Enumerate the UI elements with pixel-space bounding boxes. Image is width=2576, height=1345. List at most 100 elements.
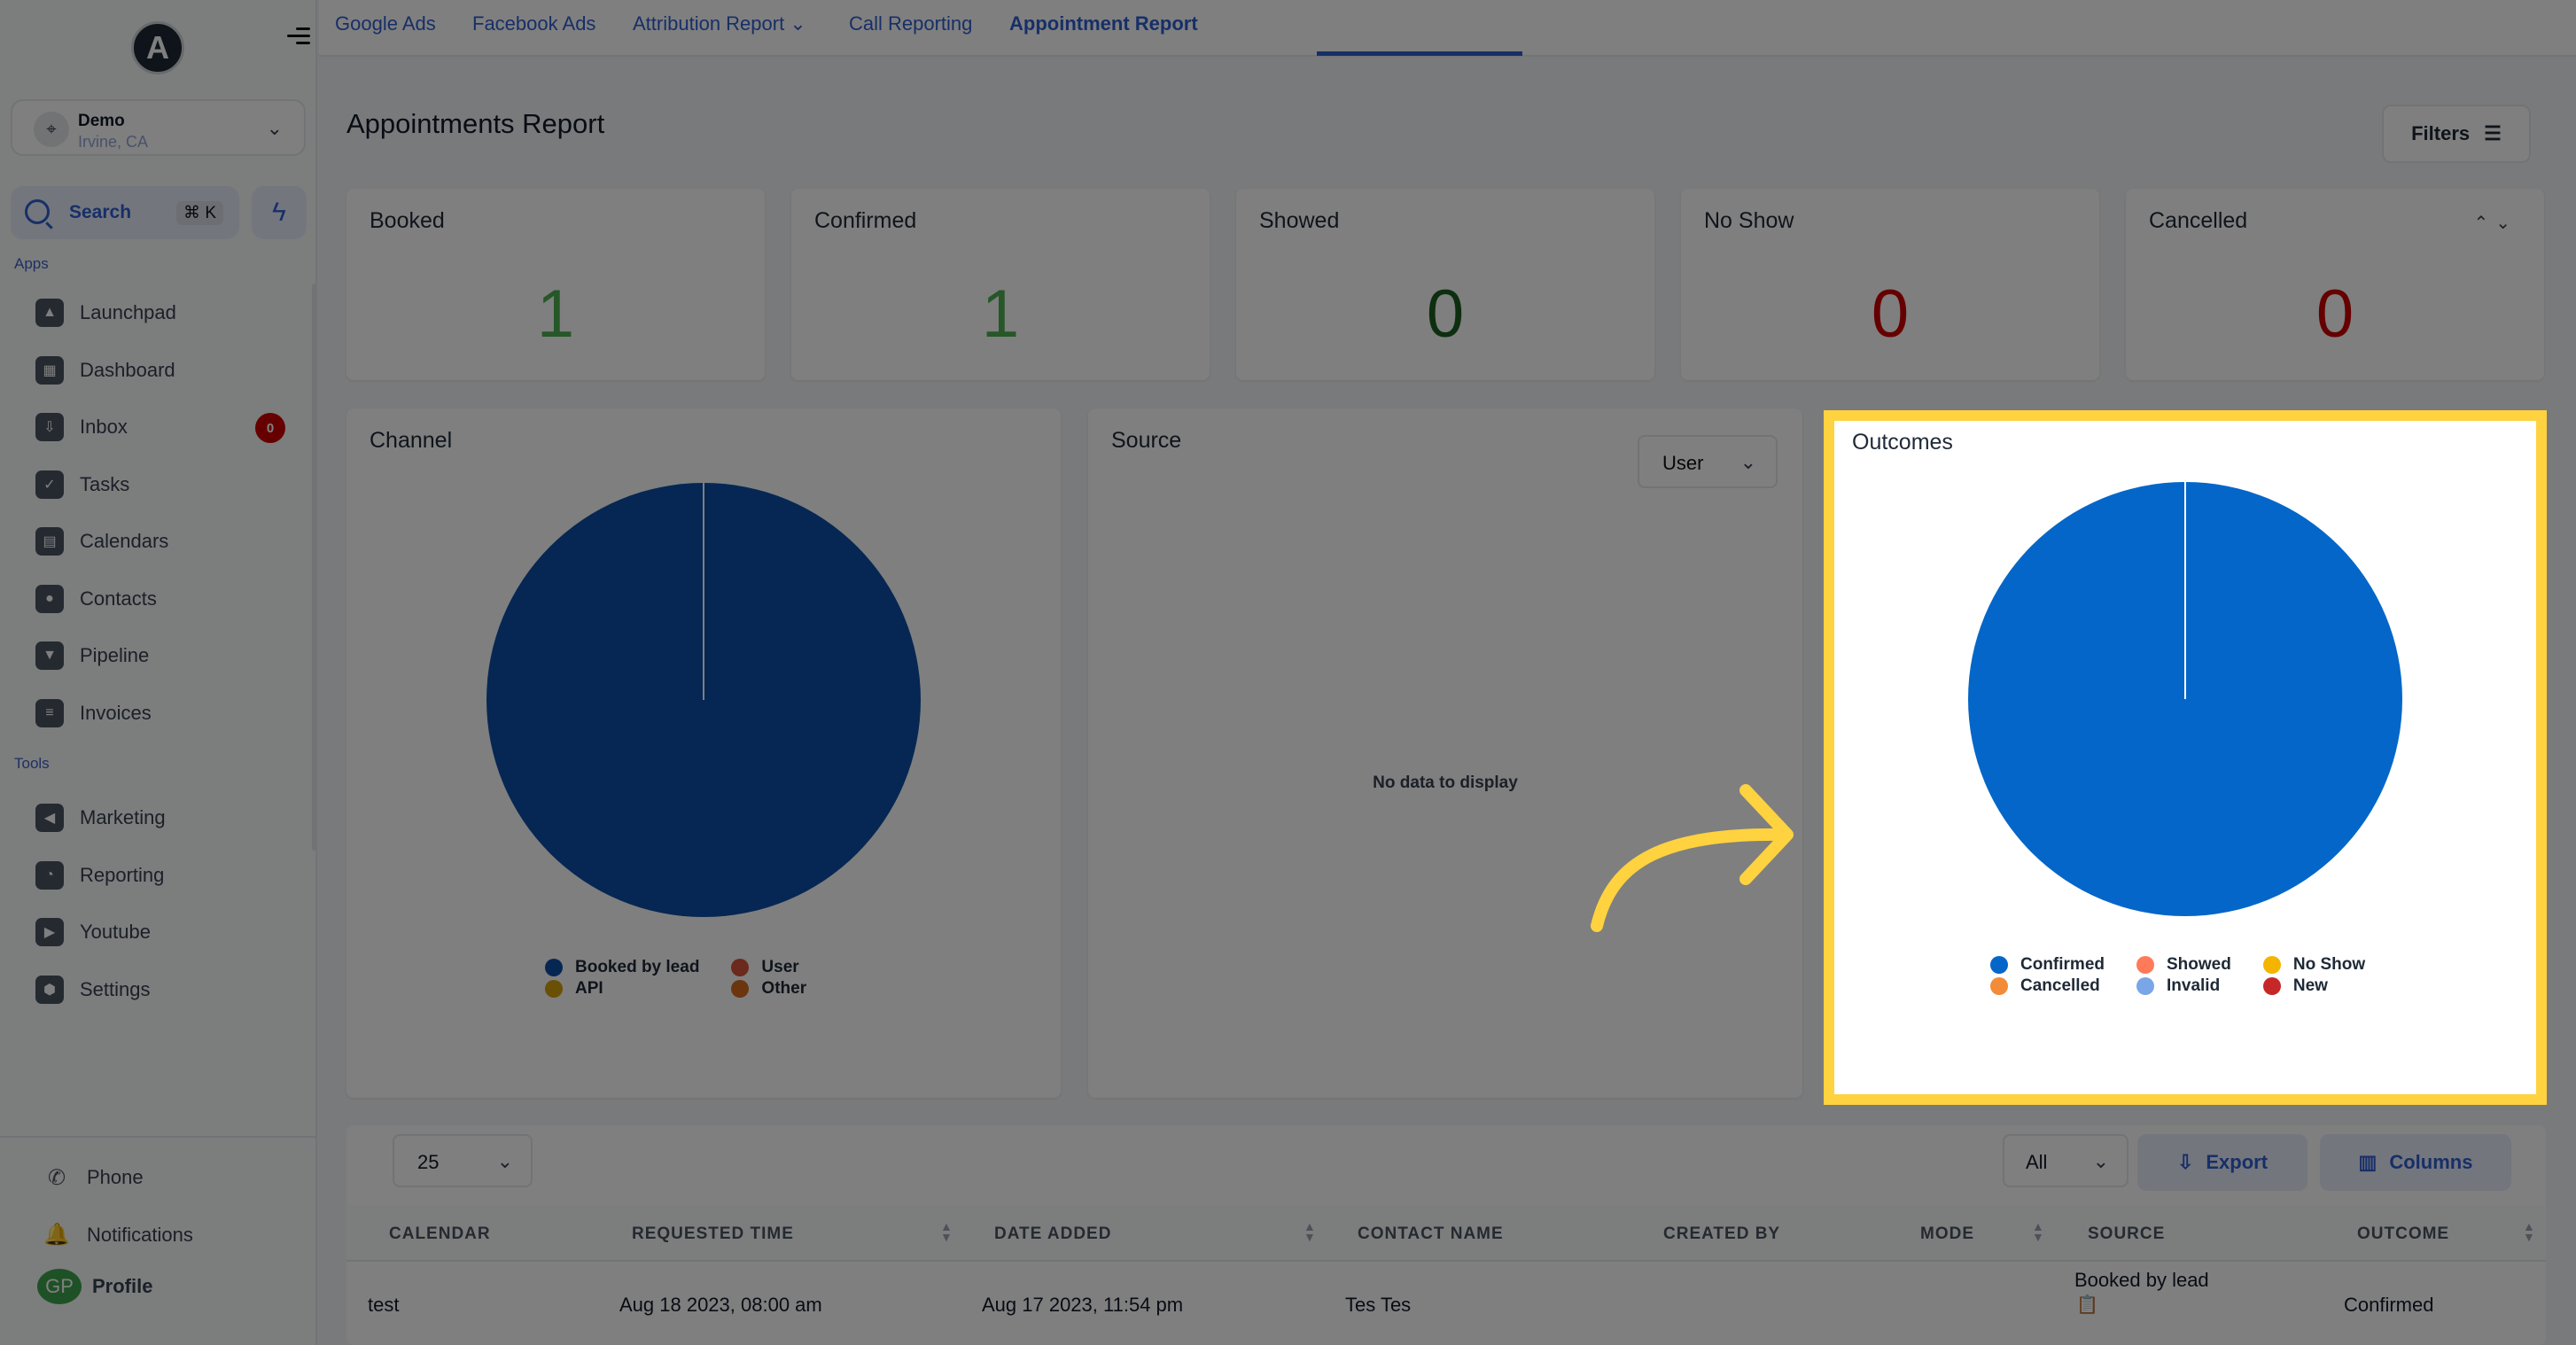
stat-label: Cancelled	[2149, 208, 2248, 233]
sidebar-item-phone[interactable]: ✆ Phone	[43, 1156, 300, 1199]
legend-item[interactable]: API	[545, 979, 699, 999]
tab-appointment-report[interactable]: Appointment Report	[1009, 12, 1198, 35]
sidebar-item-label: Pipeline	[80, 644, 150, 666]
scroll-stats-arrows-icon[interactable]: ⌃⌄	[2473, 212, 2518, 234]
sidebar-item-reporting[interactable]: ◔ Reporting	[35, 854, 292, 897]
page-size-select[interactable]: 25 ⌄	[393, 1134, 533, 1187]
cell-contact-name[interactable]: Tes Tes	[1345, 1294, 1411, 1317]
legend-label: Other	[761, 979, 807, 998]
legend-color-swatch	[545, 980, 563, 998]
cloud-download-icon: ⇩	[2176, 1151, 2194, 1173]
column-header-outcome[interactable]: OUTCOME	[2357, 1224, 2449, 1244]
sidebar-item-label: Launchpad	[80, 301, 176, 323]
filters-button[interactable]: Filters ☰	[2382, 105, 2531, 163]
active-tab-indicator	[1317, 51, 1522, 56]
sort-icon[interactable]: ▲ ▼	[2032, 1220, 2044, 1243]
page-title: Appointments Report	[346, 108, 605, 139]
status-filter-select[interactable]: All ⌄	[2003, 1134, 2129, 1187]
chevron-down-icon: ⌄	[2092, 1150, 2109, 1172]
sort-icon[interactable]: ▲ ▼	[940, 1220, 953, 1243]
column-header-calendar[interactable]: CALENDAR	[389, 1224, 491, 1244]
sidebar-item-contacts[interactable]: ● Contacts	[35, 578, 292, 620]
sidebar-item-notifications[interactable]: 🔔 Notifications	[43, 1214, 300, 1256]
search-button[interactable]: Search ⌘ K	[11, 186, 239, 239]
column-header-requested-time[interactable]: REQUESTED TIME	[632, 1224, 794, 1244]
sort-icon[interactable]: ▲ ▼	[2523, 1220, 2535, 1243]
sidebar-item-dashboard[interactable]: ▦ Dashboard	[35, 349, 292, 392]
chart-title: Source	[1111, 428, 1182, 453]
stat-label: Confirmed	[814, 208, 917, 233]
pipeline-icon: ▼	[35, 641, 64, 670]
legend-label: API	[575, 979, 603, 998]
cell-requested-time: Aug 18 2023, 08:00 am	[619, 1294, 822, 1316]
export-label: Export	[2206, 1151, 2269, 1173]
tab-facebook-ads[interactable]: Facebook Ads	[472, 12, 595, 35]
sidebar-item-label: Marketing	[80, 806, 166, 828]
source-type-select[interactable]: User ⌄	[1638, 435, 1778, 488]
sidebar-item-profile[interactable]: GP Profile	[37, 1265, 294, 1308]
clipboard-icon[interactable]: 📋	[2076, 1294, 2098, 1316]
app-logo[interactable]: A	[131, 21, 184, 74]
sidebar-item-marketing[interactable]: ◀ Marketing	[35, 797, 292, 839]
channel-legend: Booked by lead User API Other	[545, 958, 806, 999]
youtube-icon: ▶	[35, 918, 64, 946]
sidebar-item-tasks[interactable]: ✓ Tasks	[35, 463, 292, 506]
phone-icon: ✆	[47, 1165, 66, 1190]
sidebar-item-settings[interactable]: ⬢ Settings	[35, 968, 292, 1011]
chevron-down-icon: ⌄	[496, 1150, 513, 1172]
column-header-contact-name[interactable]: CONTACT NAME	[1358, 1224, 1504, 1244]
sidebar-item-invoices[interactable]: ≡ Invoices	[35, 692, 292, 735]
column-header-created-by[interactable]: CREATED BY	[1663, 1224, 1780, 1244]
legend-item[interactable]: Booked by lead	[545, 958, 699, 977]
stat-value: 1	[981, 276, 1020, 352]
bell-icon: 🔔	[43, 1223, 70, 1247]
cell-outcome: Confirmed	[2344, 1294, 2434, 1316]
contacts-icon: ●	[35, 584, 64, 613]
legend-item[interactable]: Other	[731, 979, 806, 999]
column-header-date-added[interactable]: DATE ADDED	[994, 1224, 1111, 1244]
legend-item[interactable]: User	[731, 958, 806, 977]
tab-google-ads[interactable]: Google Ads	[335, 12, 436, 35]
column-header-source[interactable]: SOURCE	[2088, 1224, 2165, 1244]
sidebar-item-label: Settings	[80, 977, 151, 1000]
stat-card-showed: Showed 0	[1236, 189, 1654, 380]
sidebar-item-label: Profile	[92, 1275, 153, 1297]
top-navigation: Google Ads Facebook Ads Attribution Repo…	[319, 0, 2576, 57]
sidebar-scrollbar[interactable]	[312, 284, 316, 851]
column-header-mode[interactable]: MODE	[1920, 1224, 1974, 1244]
sidebar-item-youtube[interactable]: ▶ Youtube	[35, 911, 292, 953]
columns-button[interactable]: ▥ Columns	[2320, 1134, 2511, 1191]
stat-label: No Show	[1704, 208, 1794, 233]
collapse-sidebar-icon[interactable]	[287, 23, 310, 46]
settings-icon: ⬢	[35, 975, 64, 1004]
launchpad-icon: ▲	[35, 299, 64, 327]
sidebar-item-launchpad[interactable]: ▲ Launchpad	[35, 292, 292, 334]
sidebar-item-label: Tasks	[80, 472, 130, 495]
stat-label: Booked	[370, 208, 445, 233]
legend-label: Booked by lead	[575, 958, 700, 976]
sort-icon[interactable]: ▲ ▼	[1304, 1220, 1316, 1243]
tab-attribution-report[interactable]: Attribution Report ⌄	[633, 12, 806, 35]
export-button[interactable]: ⇩ Export	[2137, 1134, 2308, 1191]
appointments-table-card: 25 ⌄ All ⌄ ⇩ Export ▥ Columns CALENDAR R…	[346, 1125, 2546, 1345]
sidebar-item-pipeline[interactable]: ▼ Pipeline	[35, 634, 292, 677]
sidebar-item-label: Calendars	[80, 530, 169, 552]
sidebar-item-label: Inbox	[80, 416, 128, 438]
search-icon	[25, 199, 50, 224]
tab-call-reporting[interactable]: Call Reporting	[849, 12, 972, 35]
location-switcher[interactable]: ⌖ Demo Irvine, CA ⌄	[11, 99, 306, 156]
sidebar-item-label: Youtube	[80, 921, 151, 943]
stat-label: Showed	[1259, 208, 1340, 233]
select-value: 25	[417, 1151, 440, 1173]
columns-icon: ▥	[2358, 1151, 2378, 1173]
sidebar-item-inbox[interactable]: ⇩ Inbox 0	[35, 406, 292, 448]
select-value: User	[1662, 452, 1704, 474]
dashboard-icon: ▦	[35, 355, 64, 385]
cell-source: Booked by lead	[2074, 1269, 2209, 1291]
cell-date-added: Aug 17 2023, 11:54 pm	[982, 1294, 1184, 1316]
sidebar-item-label: Phone	[87, 1166, 144, 1188]
quick-actions-bolt-icon[interactable]: ϟ	[252, 186, 307, 239]
stat-card-cancelled: Cancelled 0 ⌃⌄	[2126, 189, 2544, 380]
tasks-icon: ✓	[35, 470, 64, 499]
sidebar-item-calendars[interactable]: ▤ Calendars	[35, 520, 292, 563]
